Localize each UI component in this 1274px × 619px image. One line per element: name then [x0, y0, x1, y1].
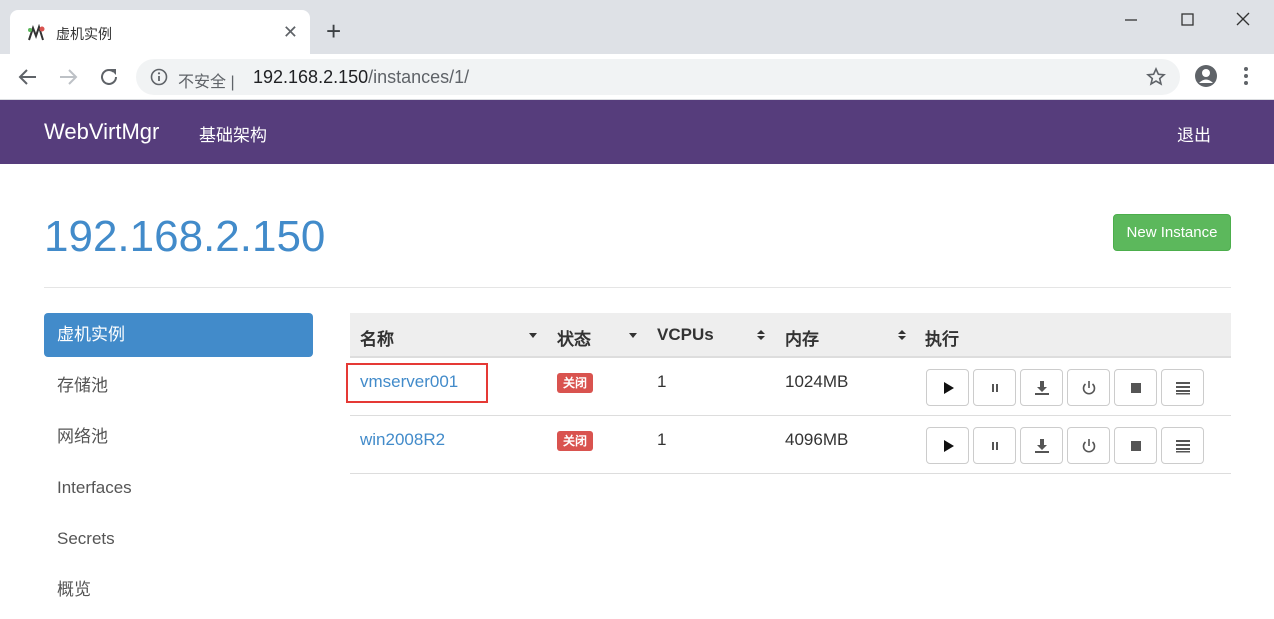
power-off-button[interactable]: [1067, 369, 1110, 406]
page-title: 192.168.2.150: [44, 212, 326, 261]
pause-button[interactable]: [973, 427, 1016, 464]
kebab-menu-icon[interactable]: [1238, 64, 1254, 88]
instance-name-link[interactable]: win2008R2: [360, 430, 445, 450]
pause-icon: [992, 442, 998, 450]
window-minimize-icon[interactable]: [1116, 8, 1146, 32]
start-button[interactable]: [926, 427, 969, 464]
sidebar-item-instances[interactable]: 虚机实例: [44, 313, 313, 357]
stop-icon: [1131, 383, 1141, 393]
browser-tab[interactable]: 虚机实例 ✕: [10, 10, 310, 54]
power-off-button[interactable]: [1067, 427, 1110, 464]
bookmark-star-icon[interactable]: [1146, 67, 1166, 87]
download-icon: [1035, 381, 1049, 395]
back-arrow-icon[interactable]: [16, 65, 40, 89]
new-tab-icon[interactable]: +: [326, 17, 341, 45]
address-bar[interactable]: 不安全 | 192.168.2.150/instances/1/: [136, 59, 1180, 95]
url-path: /instances/1/: [368, 67, 470, 87]
divider: [44, 287, 1231, 288]
table-row: win2008R2 关闭 1 4096MB: [350, 416, 1231, 474]
start-button[interactable]: [926, 369, 969, 406]
instance-name-link[interactable]: vmserver001: [360, 372, 458, 392]
tab-close-icon[interactable]: ✕: [283, 20, 298, 44]
stop-icon: [1131, 441, 1141, 451]
table-row: vmserver001 关闭 1 1024MB: [346, 358, 1231, 416]
memory-value: 4096MB: [785, 430, 849, 449]
security-label: 不安全 |: [178, 74, 235, 91]
header-status[interactable]: 状态: [557, 325, 591, 350]
power-icon: [1082, 381, 1096, 395]
instances-table: 名称 状态 VCPUs 内存 执行 vmserver001 关闭 1 1024M…: [346, 313, 1231, 474]
stop-button[interactable]: [1114, 369, 1157, 406]
url-host: 192.168.2.150: [253, 67, 369, 87]
stop-button[interactable]: [1114, 427, 1157, 464]
vcpu-count: 1: [657, 430, 667, 449]
logout-link[interactable]: 退出: [1177, 121, 1211, 146]
sort-both-icon[interactable]: [756, 329, 766, 341]
details-button[interactable]: [1161, 427, 1204, 464]
status-badge: 关闭: [557, 431, 594, 451]
new-instance-button[interactable]: New Instance: [1113, 214, 1231, 251]
browser-tab-strip: 虚机实例 ✕ +: [0, 0, 1274, 54]
header-actions: 执行: [925, 330, 959, 349]
status-badge: 关闭: [557, 373, 594, 393]
header-name[interactable]: 名称: [360, 325, 394, 350]
window-close-icon[interactable]: [1228, 8, 1258, 32]
brand-link[interactable]: WebVirtMgr: [44, 119, 159, 145]
forward-arrow-icon[interactable]: [56, 65, 80, 89]
play-icon: [944, 440, 954, 452]
table-header: 名称 状态 VCPUs 内存 执行: [350, 313, 1231, 358]
save-state-button[interactable]: [1020, 369, 1063, 406]
info-icon[interactable]: [150, 68, 168, 86]
tab-title: 虚机实例: [56, 26, 112, 42]
sidebar-item-overview[interactable]: 概览: [44, 568, 313, 619]
sort-both-icon[interactable]: [897, 329, 907, 341]
sort-desc-icon[interactable]: [628, 329, 638, 341]
browser-toolbar: 不安全 | 192.168.2.150/instances/1/: [0, 54, 1274, 100]
details-button[interactable]: [1161, 369, 1204, 406]
sidebar-item-networks[interactable]: 网络池: [44, 415, 313, 466]
sidebar-item-storage[interactable]: 存储池: [44, 364, 313, 415]
top-navbar: WebVirtMgr 基础架构 退出: [0, 100, 1274, 164]
webvirtmgr-favicon-icon: [28, 24, 45, 41]
sidebar-item-interfaces[interactable]: Interfaces: [44, 466, 313, 517]
power-icon: [1082, 439, 1096, 453]
sidebar-item-secrets[interactable]: Secrets: [44, 517, 313, 568]
download-icon: [1035, 439, 1049, 453]
header-vcpus[interactable]: VCPUs: [657, 325, 714, 345]
url-text[interactable]: 192.168.2.150/instances/1/: [253, 67, 469, 88]
reload-icon[interactable]: [97, 65, 121, 89]
header-memory[interactable]: 内存: [785, 325, 819, 350]
memory-value: 1024MB: [785, 372, 849, 391]
pause-icon: [992, 384, 998, 392]
sort-desc-icon[interactable]: [528, 329, 538, 341]
list-icon: [1176, 382, 1190, 395]
profile-avatar-icon[interactable]: [1194, 64, 1218, 88]
sidebar-nav: 虚机实例 存储池 网络池 Interfaces Secrets 概览: [44, 313, 313, 619]
vcpu-count: 1: [657, 372, 667, 391]
nav-infrastructure-link[interactable]: 基础架构: [199, 121, 267, 146]
list-icon: [1176, 440, 1190, 453]
window-maximize-icon[interactable]: [1172, 8, 1202, 32]
save-state-button[interactable]: [1020, 427, 1063, 464]
pause-button[interactable]: [973, 369, 1016, 406]
play-icon: [944, 382, 954, 394]
